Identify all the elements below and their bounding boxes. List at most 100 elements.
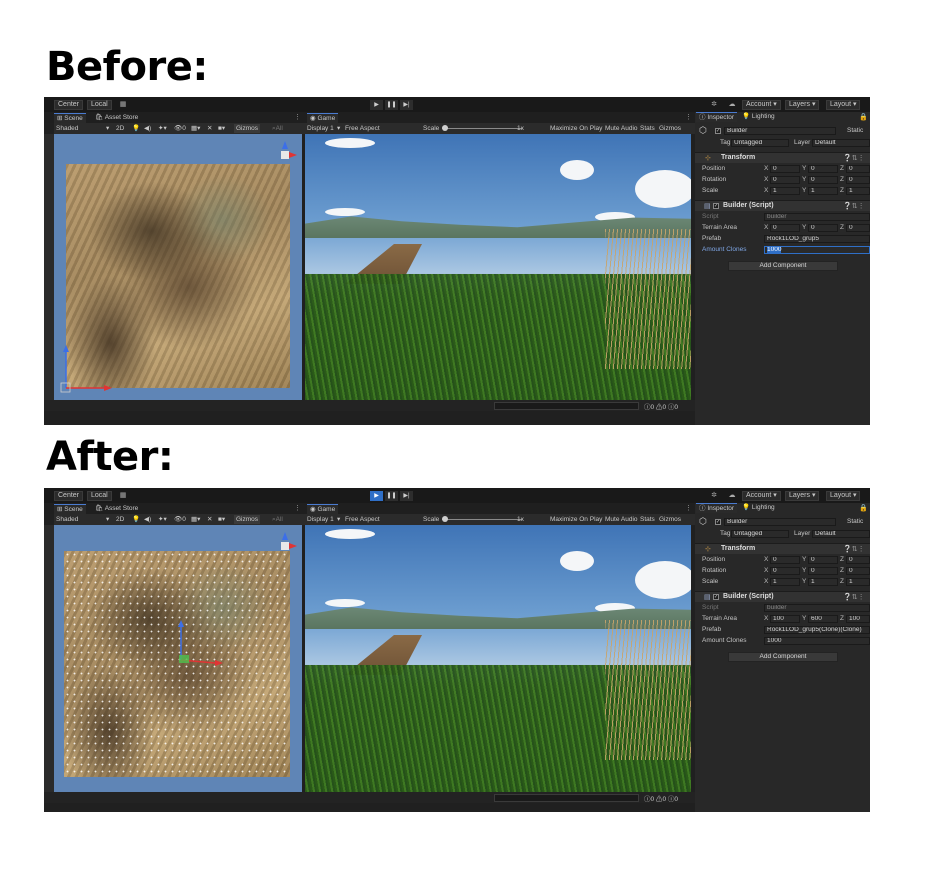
tab-game[interactable]: ◉ Game [307,504,339,514]
add-component-button[interactable]: Add Component [728,261,838,271]
hidden-objects-icon[interactable]: 👁0 [174,515,186,524]
chevron-down-icon[interactable]: ▾ [106,124,109,133]
active-checkbox[interactable]: ✓ [715,519,721,525]
pivot-local-button[interactable]: Local [87,491,112,501]
kebab-menu-icon[interactable]: ⋮ [294,504,301,512]
chevron-down-icon[interactable]: ▾ [337,515,340,524]
rotation-y-field[interactable]: 0 [808,176,838,184]
stats-toggle[interactable]: Stats [640,124,655,133]
lock-icon[interactable]: 🔒 [859,113,868,121]
rotation-z-field[interactable]: 0 [846,176,870,184]
lighting-toggle-icon[interactable]: 💡 [132,124,140,133]
status-counts[interactable]: ⓘ0 ⚠0 ⓘ0 [644,793,678,803]
active-checkbox[interactable]: ✓ [715,128,721,134]
effects-icon[interactable]: ✦▾ [158,124,167,133]
pivot-center-button[interactable]: Center [54,100,84,110]
game-gizmos-dropdown[interactable]: Gizmos [659,515,681,524]
status-counts[interactable]: ⓘ0 ⚠0 ⓘ0 [644,401,678,411]
transform-header[interactable]: ⊹ Transform ❔⇅⋮ [695,152,870,163]
play-icon[interactable]: ▶ [370,100,383,110]
scale-slider-knob[interactable] [442,125,448,131]
lighting-toggle-icon[interactable]: 💡 [132,515,140,524]
builder-script-header[interactable]: ▤ ✓ Builder (Script) ❔⇅⋮ [695,591,870,602]
help-icon[interactable]: ❔⇅⋮ [843,545,865,553]
prefab-field[interactable]: Rock1LOD_grup5 [764,235,870,243]
tab-asset-store[interactable]: 🛍 Asset Store [92,113,141,123]
shading-mode-dropdown[interactable]: Shaded [56,515,78,524]
display-dropdown[interactable]: Display 1 [307,515,334,524]
rotation-y-field[interactable]: 0 [808,567,838,575]
tools-icon[interactable]: ✕ [207,124,212,133]
layers-dropdown[interactable]: Layers ▾ [785,100,820,110]
object-name-field[interactable]: Builder [724,518,836,526]
play-icon[interactable]: ▶ [370,491,383,501]
position-y-field[interactable]: 0 [808,165,838,173]
pause-icon[interactable]: ❚❚ [385,100,398,110]
kebab-menu-icon[interactable]: ⋮ [685,113,692,121]
pivot-local-button[interactable]: Local [87,100,112,110]
scale-y-field[interactable]: 1 [808,578,838,586]
position-x-field[interactable]: 0 [770,556,800,564]
kebab-menu-icon[interactable]: ⋮ [685,504,692,512]
script-enabled-checkbox[interactable]: ✓ [713,594,719,600]
search-icon[interactable]: ⌕All [272,124,283,133]
grid-icon[interactable]: ▦▾ [191,515,200,524]
display-dropdown[interactable]: Display 1 [307,124,334,133]
position-z-field[interactable]: 0 [846,165,870,173]
grid-snap-icon[interactable]: ▦ [118,491,128,501]
grid-icon[interactable]: ▦▾ [191,124,200,133]
collab-icon[interactable]: ✲ [709,100,719,110]
terrain-y-field[interactable]: 0 [808,224,838,232]
tag-dropdown[interactable]: Untagged [731,530,789,538]
tab-inspector[interactable]: ⓘ Inspector [696,112,738,122]
terrain-y-field[interactable]: 600 [808,615,838,623]
scale-z-field[interactable]: 1 [846,187,870,195]
mode-2d-button[interactable]: 2D [116,124,124,133]
search-icon[interactable]: ⌕All [272,515,283,524]
tab-game[interactable]: ◉ Game [307,113,339,123]
move-tool-gizmo[interactable] [60,340,120,394]
shading-mode-dropdown[interactable]: Shaded [56,124,78,133]
scale-slider-track[interactable] [442,128,522,129]
hidden-objects-icon[interactable]: 👁0 [174,124,186,133]
scene-orientation-gizmo[interactable] [270,529,300,559]
chevron-down-icon[interactable]: ▾ [106,515,109,524]
terrain-z-field[interactable]: 0 [846,224,870,232]
static-toggle[interactable]: Static [847,126,863,136]
scale-z-field[interactable]: 1 [846,578,870,586]
kebab-menu-icon[interactable]: ⋮ [294,113,301,121]
mute-audio-toggle[interactable]: Mute Audio [605,124,638,133]
camera-icon[interactable]: ■▾ [218,515,225,524]
tools-icon[interactable]: ✕ [207,515,212,524]
object-name-field[interactable]: Builder [724,127,836,135]
pause-icon[interactable]: ❚❚ [385,491,398,501]
layout-dropdown[interactable]: Layout ▾ [826,491,861,501]
add-component-button[interactable]: Add Component [728,652,838,662]
layer-dropdown[interactable]: Default [812,530,870,538]
tab-scene[interactable]: ⊞ Scene [54,504,86,514]
tab-inspector[interactable]: ⓘ Inspector [696,503,738,513]
tag-dropdown[interactable]: Untagged [731,139,789,147]
console-search-input[interactable] [494,794,639,802]
amount-clones-field[interactable]: 1000 [764,246,870,254]
step-icon[interactable]: ▶| [400,491,413,501]
game-gizmos-dropdown[interactable]: Gizmos [659,124,681,133]
maximize-on-play-toggle[interactable]: Maximize On Play [550,515,602,524]
grid-snap-icon[interactable]: ▦ [118,100,128,110]
collab-icon[interactable]: ✲ [709,491,719,501]
chevron-down-icon[interactable]: ▾ [337,124,340,133]
scene-view[interactable] [54,134,302,400]
account-dropdown[interactable]: Account ▾ [742,491,781,501]
prefab-field[interactable]: Rock1LOD_grup5(Clone)(Clone) [764,626,870,634]
layout-dropdown[interactable]: Layout ▾ [826,100,861,110]
game-view[interactable] [305,525,691,792]
scale-x-field[interactable]: 1 [770,578,800,586]
audio-toggle-icon[interactable]: ◀) [144,515,151,524]
console-search-input[interactable] [494,402,639,410]
help-icon[interactable]: ❔⇅⋮ [843,593,865,601]
aspect-dropdown[interactable]: Free Aspect [345,515,380,524]
step-icon[interactable]: ▶| [400,100,413,110]
builder-script-header[interactable]: ▤ ✓ Builder (Script) ❔⇅⋮ [695,200,870,211]
amount-clones-field[interactable]: 1000 [764,637,870,645]
layers-dropdown[interactable]: Layers ▾ [785,491,820,501]
